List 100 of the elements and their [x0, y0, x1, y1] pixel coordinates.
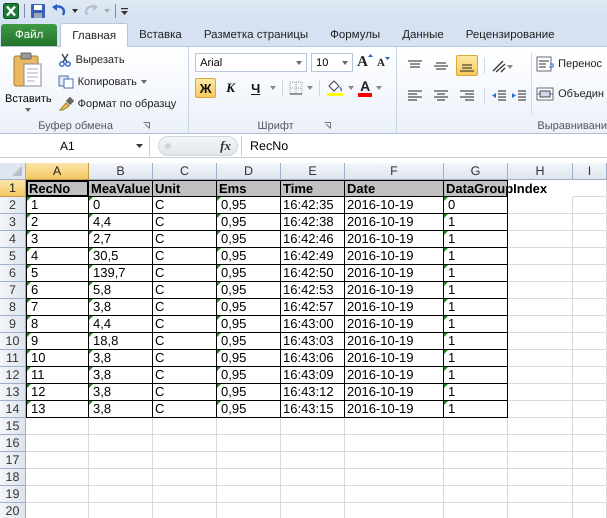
empty-cell[interactable]	[573, 231, 607, 248]
ribbon-tab[interactable]: Главная	[60, 23, 128, 47]
error-indicator-icon[interactable]	[217, 316, 221, 320]
empty-cell[interactable]	[573, 418, 607, 435]
empty-cell[interactable]	[508, 452, 573, 469]
ribbon-tab[interactable]: Разметка страницы	[192, 24, 320, 46]
empty-cell[interactable]	[444, 418, 508, 435]
error-indicator-icon[interactable]	[89, 265, 93, 269]
empty-cell[interactable]	[573, 350, 607, 367]
cut-button[interactable]: Вырезать	[58, 50, 176, 70]
empty-cell[interactable]	[89, 452, 153, 469]
row-header[interactable]: 13	[0, 384, 26, 401]
error-indicator-icon[interactable]	[444, 231, 448, 235]
error-indicator-icon[interactable]	[217, 299, 221, 303]
fill-bucket-icon[interactable]	[326, 80, 344, 96]
error-indicator-icon[interactable]	[89, 248, 93, 252]
empty-cell[interactable]	[89, 486, 153, 503]
error-indicator-icon[interactable]	[27, 350, 31, 354]
error-indicator-icon[interactable]	[217, 350, 221, 354]
error-indicator-icon[interactable]	[444, 316, 448, 320]
row-header[interactable]: 11	[0, 350, 26, 367]
copy-button[interactable]: Копировать	[58, 72, 176, 92]
error-indicator-icon[interactable]	[217, 231, 221, 235]
empty-cell[interactable]	[508, 197, 573, 214]
empty-cell[interactable]	[573, 197, 607, 214]
error-indicator-icon[interactable]	[27, 282, 31, 286]
undo-icon[interactable]	[51, 4, 67, 18]
empty-cell[interactable]	[508, 248, 573, 265]
file-menu-button[interactable]: Файл	[1, 24, 58, 46]
wrap-text-button[interactable]: Перенос	[536, 54, 604, 74]
font-color-button[interactable]: A	[358, 80, 372, 96]
empty-cell[interactable]	[508, 231, 573, 248]
empty-cell[interactable]	[217, 435, 281, 452]
empty-cell[interactable]	[217, 469, 281, 486]
error-indicator-icon[interactable]	[444, 248, 448, 252]
error-indicator-icon[interactable]	[27, 401, 31, 405]
format-painter-button[interactable]: Формат по образцу	[58, 94, 176, 114]
empty-cell[interactable]	[153, 435, 217, 452]
name-box[interactable]: A1	[0, 136, 150, 156]
font-family-dropdown[interactable]: Arial	[195, 53, 308, 72]
error-indicator-icon[interactable]	[217, 333, 221, 337]
paste-button[interactable]: Вставить	[3, 50, 54, 118]
error-indicator-icon[interactable]	[27, 384, 31, 388]
row-header[interactable]: 3	[0, 214, 26, 231]
empty-cell[interactable]	[444, 452, 508, 469]
empty-cell[interactable]	[444, 486, 508, 503]
error-indicator-icon[interactable]	[217, 197, 221, 201]
empty-cell[interactable]	[508, 469, 573, 486]
empty-cell[interactable]	[281, 469, 345, 486]
error-indicator-icon[interactable]	[217, 384, 221, 388]
empty-cell[interactable]	[217, 418, 281, 435]
error-indicator-icon[interactable]	[27, 333, 31, 337]
text-orientation-icon[interactable]	[491, 58, 514, 72]
row-header[interactable]: 12	[0, 367, 26, 384]
error-indicator-icon[interactable]	[217, 214, 221, 218]
align-bottom-button[interactable]	[456, 55, 478, 76]
error-indicator-icon[interactable]	[444, 333, 448, 337]
row-header[interactable]: 2	[0, 197, 26, 214]
error-indicator-icon[interactable]	[444, 350, 448, 354]
error-indicator-icon[interactable]	[89, 401, 93, 405]
formula-field[interactable]: RecNo	[241, 136, 607, 156]
empty-cell[interactable]	[153, 452, 217, 469]
empty-cell[interactable]	[573, 384, 607, 401]
empty-cell[interactable]	[345, 469, 444, 486]
empty-cell[interactable]	[573, 401, 607, 418]
empty-cell[interactable]	[508, 282, 573, 299]
row-header[interactable]: 15	[0, 418, 26, 435]
empty-cell[interactable]	[153, 418, 217, 435]
column-header[interactable]: C	[153, 163, 217, 180]
row-header[interactable]: 6	[0, 265, 26, 282]
row-header[interactable]: 16	[0, 435, 26, 452]
empty-cell[interactable]	[508, 367, 573, 384]
empty-cell[interactable]	[345, 486, 444, 503]
row-header[interactable]: 14	[0, 401, 26, 418]
error-indicator-icon[interactable]	[27, 248, 31, 252]
empty-cell[interactable]	[573, 180, 607, 197]
column-header[interactable]: G	[444, 163, 508, 180]
empty-cell[interactable]	[89, 435, 153, 452]
error-indicator-icon[interactable]	[27, 197, 31, 201]
row-header[interactable]: 18	[0, 469, 26, 486]
error-indicator-icon[interactable]	[217, 265, 221, 269]
error-indicator-icon[interactable]	[444, 197, 448, 201]
empty-cell[interactable]	[153, 486, 217, 503]
empty-cell[interactable]	[573, 486, 607, 503]
redo-icon[interactable]	[83, 4, 99, 18]
dropdown-caret-icon[interactable]	[72, 9, 78, 13]
error-indicator-icon[interactable]	[444, 401, 448, 405]
row-header[interactable]: 7	[0, 282, 26, 299]
error-indicator-icon[interactable]	[217, 367, 221, 371]
error-indicator-icon[interactable]	[444, 282, 448, 286]
insert-function-button[interactable]: fx	[220, 138, 231, 154]
error-indicator-icon[interactable]	[444, 384, 448, 388]
empty-cell[interactable]	[573, 316, 607, 333]
ribbon-tab[interactable]: Данные	[391, 24, 455, 46]
empty-cell[interactable]	[508, 316, 573, 333]
empty-cell[interactable]	[508, 350, 573, 367]
column-header[interactable]: D	[217, 163, 281, 180]
error-indicator-icon[interactable]	[444, 265, 448, 269]
error-indicator-icon[interactable]	[89, 231, 93, 235]
row-header[interactable]: 20	[0, 503, 26, 518]
